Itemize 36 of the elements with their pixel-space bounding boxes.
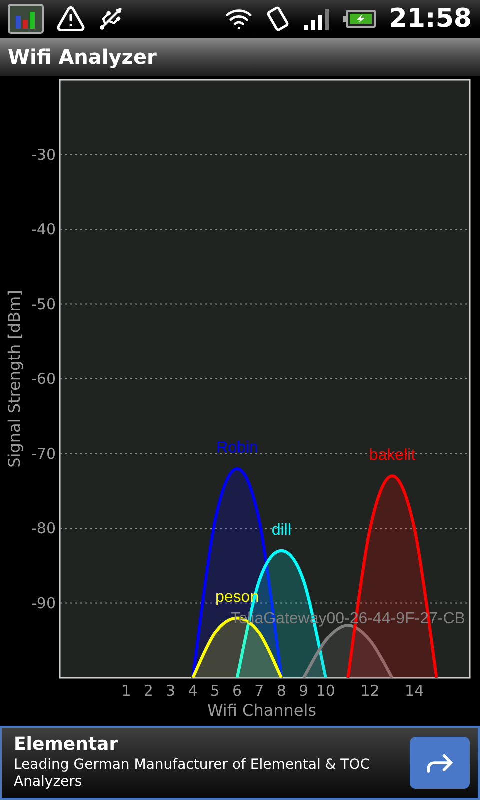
x-tick-label: 4 bbox=[188, 682, 198, 700]
x-tick-label: 14 bbox=[405, 682, 424, 700]
battery-icon bbox=[343, 9, 378, 29]
x-tick-label: 9 bbox=[299, 682, 309, 700]
y-tick-label: -80 bbox=[32, 520, 56, 538]
bar-chart-icon[interactable] bbox=[8, 4, 44, 34]
ad-title: Elementar bbox=[14, 734, 120, 757]
ad-banner[interactable]: Elementar Leading German Manufacturer of Elemental & TOC Analyzers bbox=[0, 726, 480, 800]
signal-icon bbox=[303, 7, 332, 31]
x-axis-title: Wifi Channels bbox=[207, 701, 317, 720]
share-button[interactable] bbox=[410, 737, 470, 789]
network-label: dill bbox=[272, 522, 292, 539]
y-tick-label: -30 bbox=[32, 146, 56, 164]
y-tick-label: -40 bbox=[32, 220, 56, 238]
x-tick-label: 6 bbox=[232, 682, 242, 700]
ad-text: Leading German Manufacturer of Elemental & TOC Analyzers bbox=[14, 756, 372, 792]
app-title: Wifi Analyzer bbox=[8, 44, 157, 71]
y-tick-label: -90 bbox=[32, 594, 56, 612]
x-tick-label: 8 bbox=[276, 682, 286, 700]
warning-icon[interactable] bbox=[56, 4, 86, 34]
network-label: Robin bbox=[216, 440, 258, 457]
y-axis-title: Signal Strength [dBm] bbox=[5, 290, 24, 468]
x-tick-label: 1 bbox=[122, 682, 132, 700]
y-tick-label: -70 bbox=[32, 444, 56, 463]
y-tick-label: -60 bbox=[32, 370, 56, 388]
x-tick-label: 12 bbox=[360, 682, 380, 700]
network-label: bakelit bbox=[369, 447, 416, 464]
clock: 21:58 bbox=[389, 6, 472, 32]
x-tick-label: 3 bbox=[166, 682, 176, 700]
x-tick-label: 10 bbox=[316, 682, 336, 700]
x-tick-label: 7 bbox=[254, 682, 264, 700]
phone-rotate-icon bbox=[265, 5, 292, 33]
y-tick-label: -50 bbox=[32, 295, 56, 314]
x-tick-label: 5 bbox=[210, 682, 220, 700]
x-tick-label: 2 bbox=[144, 682, 154, 700]
usb-icon[interactable] bbox=[98, 6, 124, 32]
